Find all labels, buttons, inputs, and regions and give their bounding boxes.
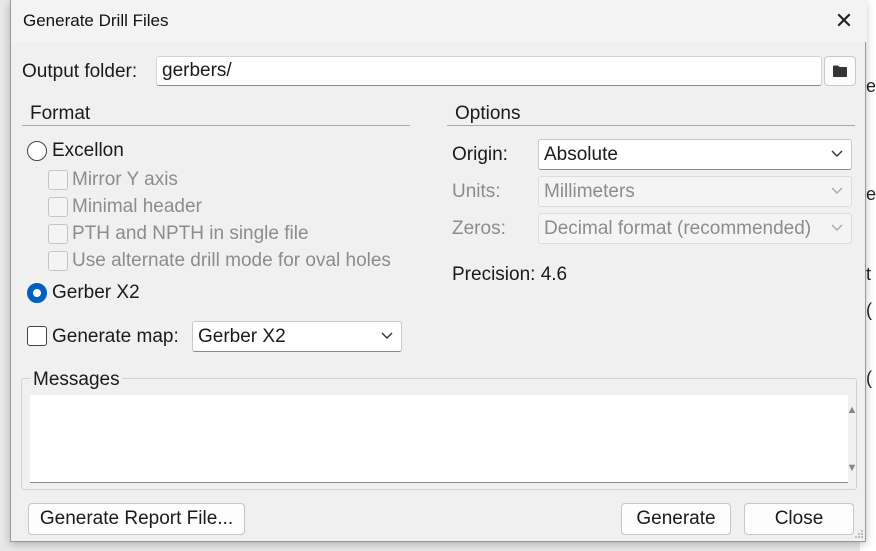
units-dropdown[interactable]: Millimeters: [538, 176, 852, 207]
gerber-x2-radio[interactable]: [27, 283, 47, 303]
generate-button[interactable]: Generate: [621, 503, 731, 535]
title-bar: Generate Drill Files ✕: [11, 0, 867, 42]
generate-map-checkbox[interactable]: [27, 326, 47, 346]
browse-folder-button[interactable]: [824, 56, 856, 86]
units-label: Units:: [452, 181, 501, 202]
options-group-title: Options: [455, 103, 521, 124]
alternate-drill-label: Use alternate drill mode for oval holes: [72, 250, 391, 271]
messages-textarea[interactable]: ▲ ▼: [30, 395, 857, 483]
background-text-fragment: (: [866, 368, 872, 388]
messages-title: Messages: [31, 369, 122, 391]
precision-text: Precision: 4.6: [452, 264, 568, 285]
zeros-value: Decimal format (recommended): [544, 218, 812, 239]
background-text-fragment: (: [866, 300, 872, 320]
mirror-y-checkbox[interactable]: [48, 170, 68, 190]
zeros-label: Zeros:: [452, 218, 506, 239]
map-format-dropdown[interactable]: Gerber X2: [192, 321, 402, 352]
options-separator: [447, 125, 855, 126]
generate-drill-files-dialog: Generate Drill Files ✕ Output folder: ge…: [10, 0, 867, 542]
background-text-fragment: e: [866, 76, 876, 96]
chevron-down-icon: [381, 332, 393, 339]
scroll-down-icon[interactable]: ▼: [845, 461, 859, 475]
close-icon[interactable]: ✕: [831, 8, 857, 34]
origin-label: Origin:: [452, 144, 508, 165]
chevron-down-icon: [831, 150, 843, 157]
minimal-header-checkbox[interactable]: [48, 197, 68, 217]
gerber-x2-label: Gerber X2: [52, 282, 140, 303]
generate-report-button[interactable]: Generate Report File...: [28, 503, 245, 535]
background-text-fragment: e: [866, 184, 876, 204]
format-group-title: Format: [30, 103, 91, 124]
origin-dropdown[interactable]: Absolute: [538, 139, 852, 170]
output-folder-input[interactable]: gerbers/: [156, 56, 822, 86]
units-value: Millimeters: [544, 181, 635, 202]
resize-grip-icon[interactable]: [854, 529, 864, 539]
mirror-y-label: Mirror Y axis: [72, 169, 178, 190]
chevron-down-icon: [831, 224, 843, 231]
minimal-header-label: Minimal header: [72, 196, 202, 217]
single-file-label: PTH and NPTH in single file: [72, 223, 309, 244]
chevron-down-icon: [831, 187, 843, 194]
excellon-radio[interactable]: [27, 141, 47, 161]
background-text-fragment: t: [866, 264, 872, 284]
format-separator: [22, 125, 410, 126]
excellon-label: Excellon: [52, 140, 124, 161]
dialog-title: Generate Drill Files: [23, 11, 169, 30]
scroll-up-icon[interactable]: ▲: [845, 403, 859, 417]
close-button[interactable]: Close: [744, 503, 854, 535]
map-format-value: Gerber X2: [198, 326, 286, 347]
folder-icon: [833, 65, 847, 77]
single-file-checkbox[interactable]: [48, 224, 68, 244]
origin-value: Absolute: [544, 144, 618, 165]
zeros-dropdown[interactable]: Decimal format (recommended): [538, 213, 852, 244]
generate-map-label: Generate map:: [52, 326, 179, 347]
output-folder-label: Output folder:: [22, 61, 138, 82]
alternate-drill-checkbox[interactable]: [48, 251, 68, 271]
